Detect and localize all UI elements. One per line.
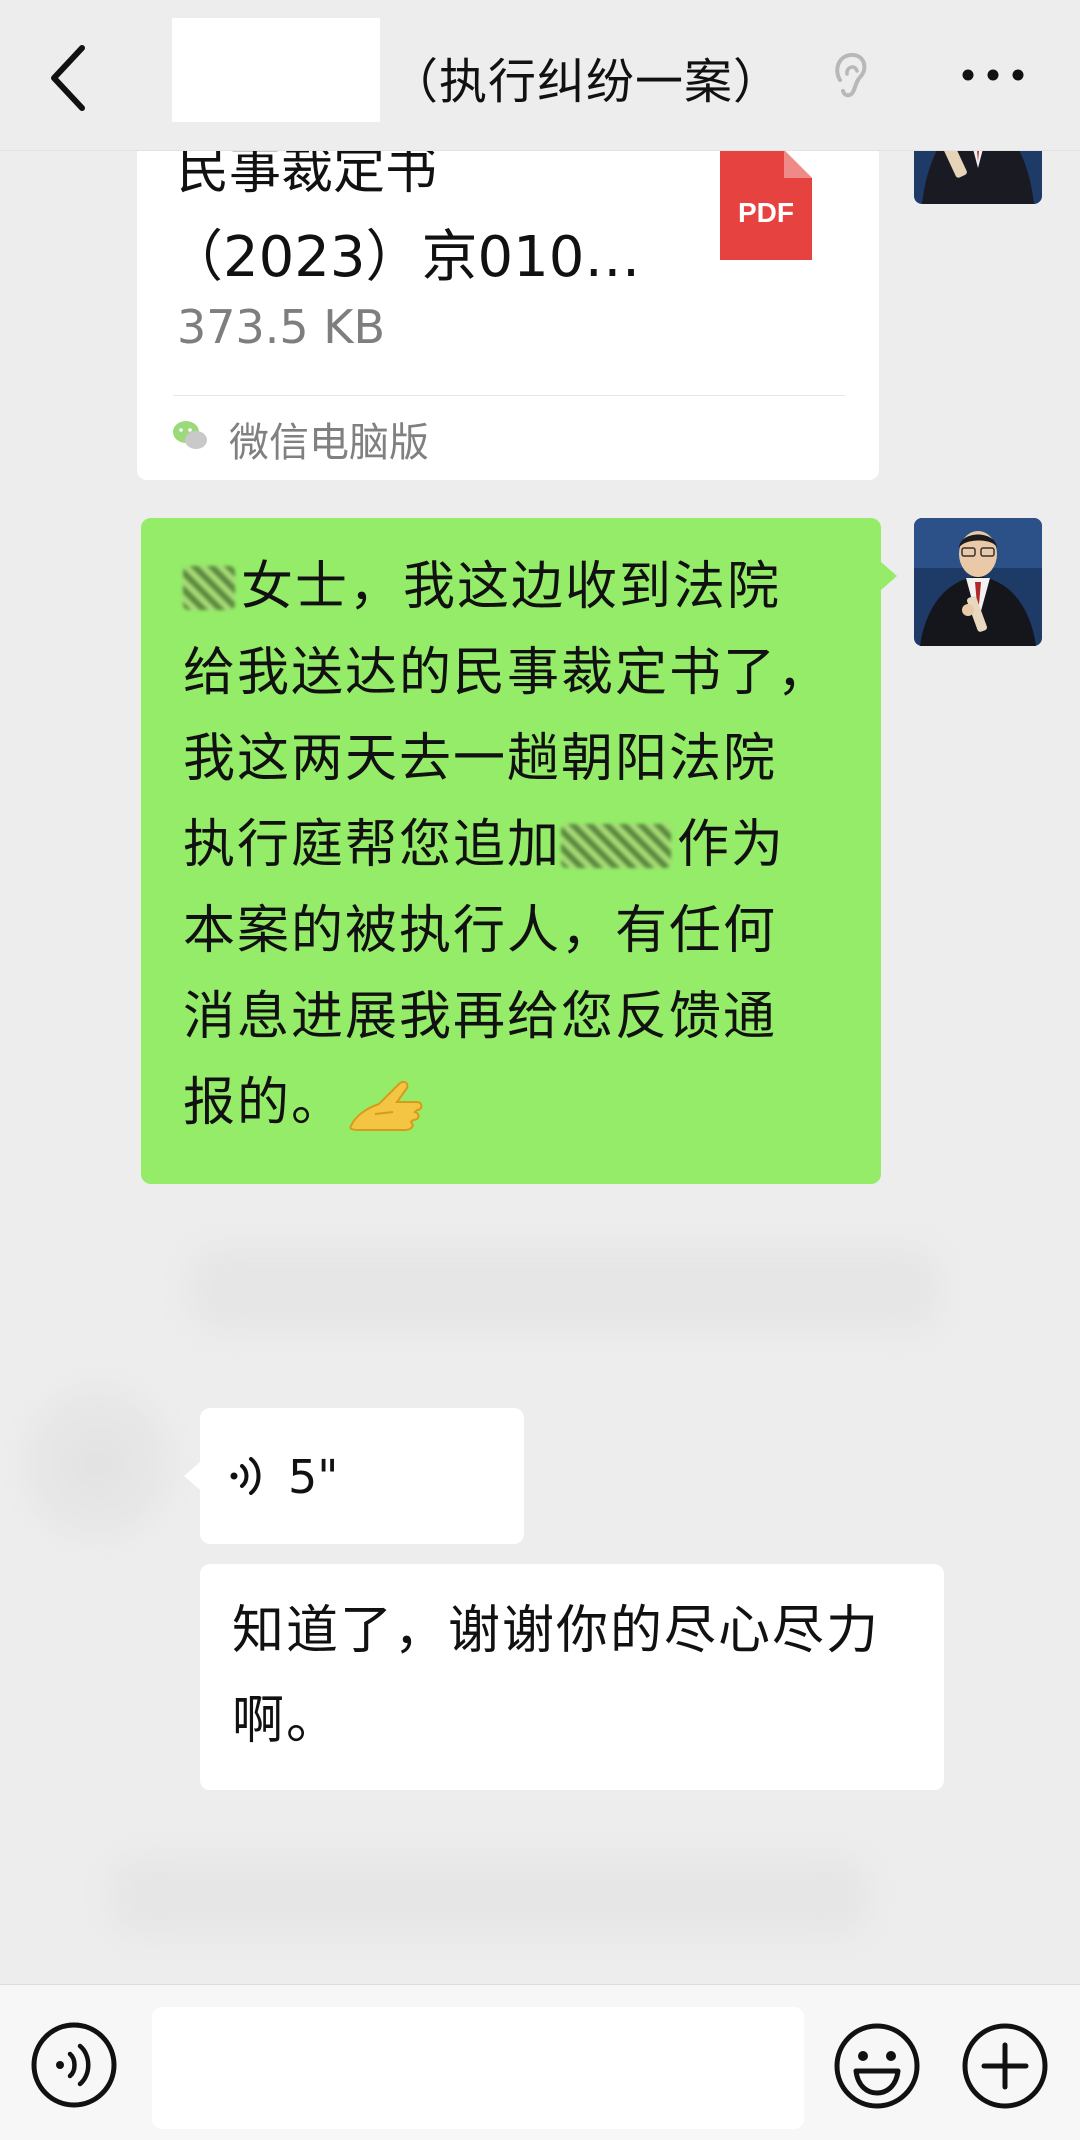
folded-hands-emoji-icon — [349, 1080, 423, 1131]
voice-toggle-icon[interactable] — [30, 2021, 118, 2109]
bubble-tail — [184, 1462, 200, 1490]
avatar[interactable] — [914, 518, 1042, 646]
redacted-contact-name — [172, 18, 380, 122]
ear-icon[interactable] — [828, 50, 874, 100]
voice-wave-icon — [230, 1457, 261, 1495]
message-line: 消息进展我再给您反馈通 — [183, 987, 778, 1047]
file-source-label: 微信电脑版 — [229, 420, 429, 466]
file-message-card[interactable]: 民事裁定书 （2023）京010… 373.5 KB PDF 微信电脑版 — [137, 120, 879, 480]
blurred-content — [190, 1246, 940, 1332]
file-size: 373.5 KB — [177, 300, 386, 354]
pdf-file-icon: PDF — [720, 150, 812, 260]
outgoing-message-bubble[interactable]: 女士，我这边收到法院 给我送达的民事裁定书了， 我这两天去一趟朝阳法院 执行庭帮… — [141, 518, 897, 1184]
plus-circle-icon[interactable] — [960, 2021, 1050, 2111]
wechat-icon — [173, 421, 207, 449]
chat-title: （执行纠纷一案） — [390, 54, 783, 110]
outgoing-message-text: 女士，我这边收到法院 给我送达的民事裁定书了， 我这两天去一趟朝阳法院 执行庭帮… — [183, 544, 853, 1146]
voice-duration: 5" — [288, 1450, 339, 1504]
censored-party-name — [561, 824, 672, 868]
incoming-message-text: 知道了，谢谢你的尽心尽力啊。 — [232, 1601, 881, 1751]
pdf-label: PDF — [738, 197, 794, 228]
emoji-icon[interactable] — [832, 2021, 922, 2111]
incoming-voice-message[interactable]: 5" — [184, 1408, 524, 1544]
message-line: 女士，我这边收到法院 — [183, 544, 853, 630]
censored-name — [183, 566, 235, 610]
more-horizontal-icon[interactable] — [958, 60, 1028, 90]
message-line: 报的。 — [183, 1060, 853, 1146]
incoming-message-bubble[interactable]: 知道了，谢谢你的尽心尽力啊。 — [200, 1564, 944, 1790]
chevron-left-icon[interactable] — [40, 38, 100, 118]
message-line: 给我送达的民事裁定书了， — [183, 643, 832, 703]
chat-header: （执行纠纷一案） — [0, 0, 1080, 151]
message-input[interactable] — [152, 2007, 804, 2129]
file-name-case-number: （2023）京010… — [167, 225, 641, 290]
avatar[interactable] — [18, 1378, 178, 1548]
message-line: 本案的被执行人，有任何 — [183, 901, 778, 961]
message-line: 执行庭帮您追加 作为 — [183, 815, 786, 875]
input-bar — [0, 1984, 1080, 2140]
message-line: 我这两天去一趟朝阳法院 — [183, 729, 778, 789]
divider — [173, 395, 845, 396]
bubble-tail — [881, 562, 897, 590]
blurred-content — [110, 1856, 870, 1936]
